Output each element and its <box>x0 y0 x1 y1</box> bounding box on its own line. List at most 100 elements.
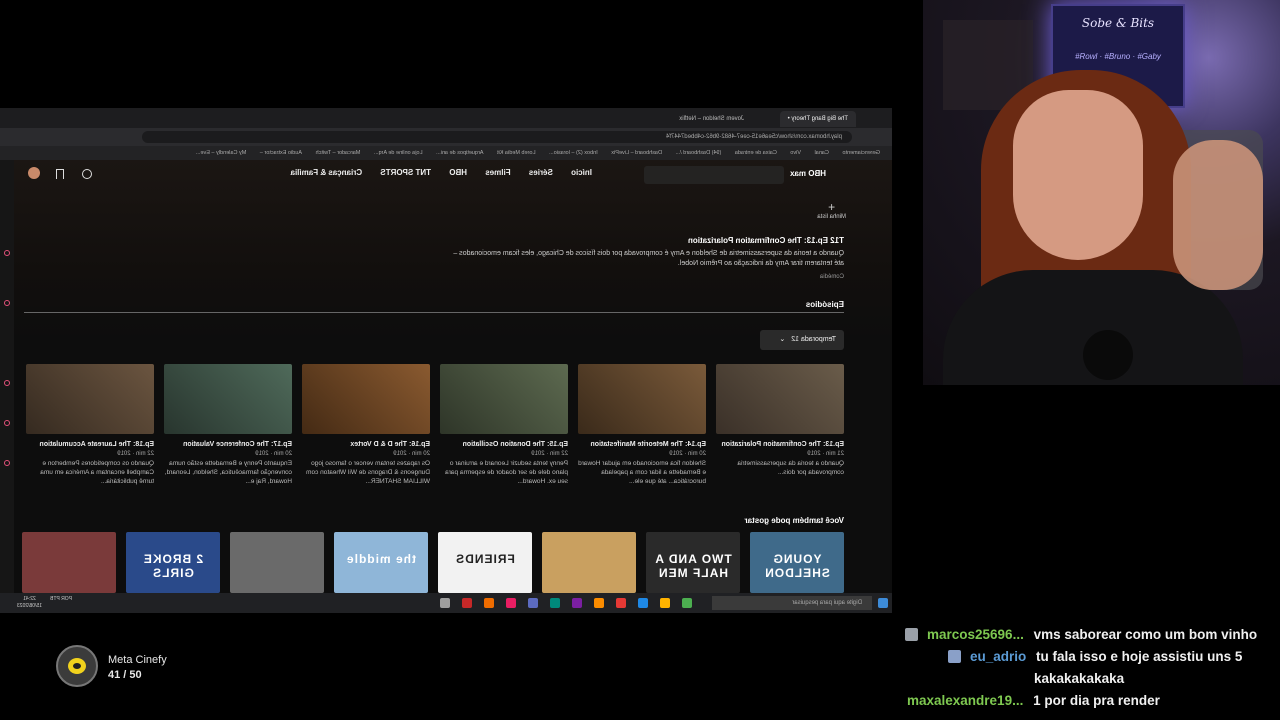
windows-taskbar: Digite aqui para pesquisar 22:41 15/08/2… <box>0 593 892 613</box>
nav-criancas-familia[interactable]: Crianças & Família <box>291 168 363 177</box>
chrome-icon[interactable] <box>616 598 626 608</box>
nav-filmes[interactable]: Filmes <box>485 168 510 177</box>
app-icon[interactable] <box>462 598 472 608</box>
episode-thumbnail[interactable] <box>302 364 430 434</box>
episode-meta: 20 min · 2019 <box>393 451 430 457</box>
nav-series[interactable]: Séries <box>529 168 553 177</box>
episode-thumbnail[interactable] <box>716 364 844 434</box>
recommended-item[interactable]: 2 BROKE GIRLS <box>126 532 220 593</box>
bookmark[interactable]: Loja online de Arq... <box>374 150 423 156</box>
bookmark[interactable]: Audio Extractor – <box>260 150 302 156</box>
episode-desc: Penny tenta seduzir Leonard e arruinar o… <box>445 460 568 485</box>
app-icon[interactable] <box>638 598 648 608</box>
my-list-button[interactable]: + Minha lista <box>817 200 846 220</box>
sidebar-icon[interactable] <box>4 300 10 306</box>
episode-thumbnail[interactable] <box>164 364 292 434</box>
chat-text: 1 por dia pra render <box>1033 693 1160 708</box>
recommended-item[interactable]: the middle <box>334 532 428 593</box>
episode-meta: 21 min · 2019 <box>807 451 844 457</box>
taskbar-clock: 22:41 15/08/2023 <box>16 596 42 609</box>
bookmark[interactable]: Arquetipos de ani... <box>436 150 483 156</box>
season-select[interactable]: Temporada 12 ⌄ <box>760 330 844 350</box>
app-icon[interactable] <box>572 598 582 608</box>
bookmark[interactable]: Inbox (2) – lorasio... <box>549 150 598 156</box>
sidebar-icon[interactable] <box>4 250 10 256</box>
app-icon[interactable] <box>440 598 450 608</box>
bookmarks-bar: Gerenciamento Canal Vivo Caixa de entrad… <box>0 146 892 160</box>
bookmark[interactable]: My Calendly – Eve... <box>196 150 246 156</box>
tab-big-bang-theory[interactable]: The Big Bang Theory • <box>779 111 856 127</box>
nav-tnt-sports[interactable]: TNT SPORTS <box>380 168 431 177</box>
bookmark[interactable]: Gerenciamento <box>842 150 880 156</box>
app-icon[interactable] <box>484 598 494 608</box>
episode-card[interactable]: Ep.16: The D & D Vortex 20 min · 2019 Os… <box>302 364 430 495</box>
taskbar-search[interactable]: Digite aqui para pesquisar <box>712 596 872 610</box>
recommended-item[interactable]: TWO AND A HALF MEN <box>646 532 740 593</box>
sidebar-icon[interactable] <box>4 380 10 386</box>
streamer-face <box>1013 90 1143 260</box>
chat-text: tu fala isso e hoje assistiu uns 5 <box>1036 649 1243 664</box>
episode-desc: Quando a teoria da supersassimetria comp… <box>737 460 844 476</box>
app-icon[interactable] <box>506 598 516 608</box>
avatar[interactable] <box>28 167 40 179</box>
webcam-feed: Sobe & Bits #Rowl · #Bruno · #Gaby <box>923 0 1280 385</box>
divider <box>24 312 844 313</box>
episode-card[interactable]: Ep.14: The Meteorite Manifestation 20 mi… <box>578 364 706 495</box>
bookmark[interactable]: Dashboard – LivePix <box>611 150 662 156</box>
sidebar-icon[interactable] <box>4 420 10 426</box>
episode-name: Ep.13: The Confirmation Polarization <box>721 441 844 448</box>
app-icon[interactable] <box>550 598 560 608</box>
episode-thumbnail[interactable] <box>440 364 568 434</box>
chat-text: vms saborear como um bom vinho <box>1033 627 1258 642</box>
neon-title: Sobe & Bits <box>1081 16 1155 30</box>
bookmark[interactable]: Caixa de entrada <box>735 150 777 156</box>
episode-name: Ep.16: The D & D Vortex <box>350 441 430 448</box>
episode-description: Quando a teoria da supersassimetria de S… <box>453 250 844 267</box>
chat-username[interactable]: eu_adrio <box>970 649 1026 664</box>
episode-name: Ep.17: The Conference Valuation <box>183 441 292 448</box>
bookmark[interactable]: Loreb Media Kit <box>497 150 536 156</box>
episode-title: T12 Ep.13: The Confirmation Polarization <box>687 236 844 245</box>
episode-desc: Sheldon fica emocionado em ajudar Howard… <box>578 460 706 485</box>
hbomax-logo[interactable]: HBO max <box>790 169 826 178</box>
goal-name: Meta Cinefy <box>108 654 167 666</box>
bookmark-icon[interactable] <box>56 169 64 179</box>
bookmark[interactable]: Vivo <box>790 150 801 156</box>
bookmark[interactable]: Marcador – Twitch <box>316 150 361 156</box>
app-icon[interactable] <box>682 598 692 608</box>
recommended-item[interactable]: YOUNG SHELDON <box>750 532 844 593</box>
nav-hbo[interactable]: HBO <box>449 168 467 177</box>
windows-start-icon[interactable] <box>878 598 888 608</box>
episode-card[interactable]: Ep.17: The Conference Valuation 20 min ·… <box>164 364 292 495</box>
app-icon[interactable] <box>528 598 538 608</box>
main-nav: Início Séries Filmes HBO TNT SPORTS Cria… <box>275 168 592 177</box>
episode-desc: Os rapazes tentam vencer o famoso jogo D… <box>306 460 430 485</box>
brave-icon[interactable] <box>594 598 604 608</box>
episode-thumbnail[interactable] <box>578 364 706 434</box>
episode-name: Ep.18: The Laureate Accumulation <box>39 441 155 448</box>
episode-card[interactable]: Ep.15: The Donation Oscillation 22 min ·… <box>440 364 568 495</box>
chat-text: kakakakakaka <box>1034 671 1125 686</box>
folder-icon[interactable] <box>660 598 670 608</box>
episode-card[interactable]: Ep.13: The Confirmation Polarization 21 … <box>716 364 844 495</box>
chat-username[interactable]: marcos25696... <box>927 627 1024 642</box>
recommended-item[interactable]: FRIENDS <box>438 532 532 593</box>
tab-episodios[interactable]: Episódios <box>806 300 844 309</box>
nav-inicio[interactable]: Início <box>571 168 592 177</box>
chat-message: kakakakakaka <box>1034 668 1124 690</box>
search-icon[interactable] <box>82 169 92 179</box>
url-field[interactable]: play.hbomax.com/show/c5ea6e15-cee7-4682-… <box>142 131 852 143</box>
cinefy-icon <box>56 645 98 687</box>
bookmark[interactable]: (94) Dashboard /... <box>676 150 722 156</box>
recommended-item[interactable] <box>542 532 636 593</box>
search-box[interactable] <box>644 166 784 184</box>
browser-sidebar <box>0 160 14 593</box>
recommended-item[interactable] <box>22 532 116 593</box>
bookmark[interactable]: Canal <box>814 150 828 156</box>
tab-jovem-sheldon[interactable]: Jovem Sheldon – Netflix <box>671 111 752 127</box>
chat-username[interactable]: maxalexandre19... <box>907 693 1023 708</box>
sidebar-icon[interactable] <box>4 460 10 466</box>
recommended-item[interactable] <box>230 532 324 593</box>
episode-thumbnail[interactable] <box>26 364 154 434</box>
episode-card[interactable]: Ep.18: The Laureate Accumulation 22 min … <box>26 364 154 495</box>
